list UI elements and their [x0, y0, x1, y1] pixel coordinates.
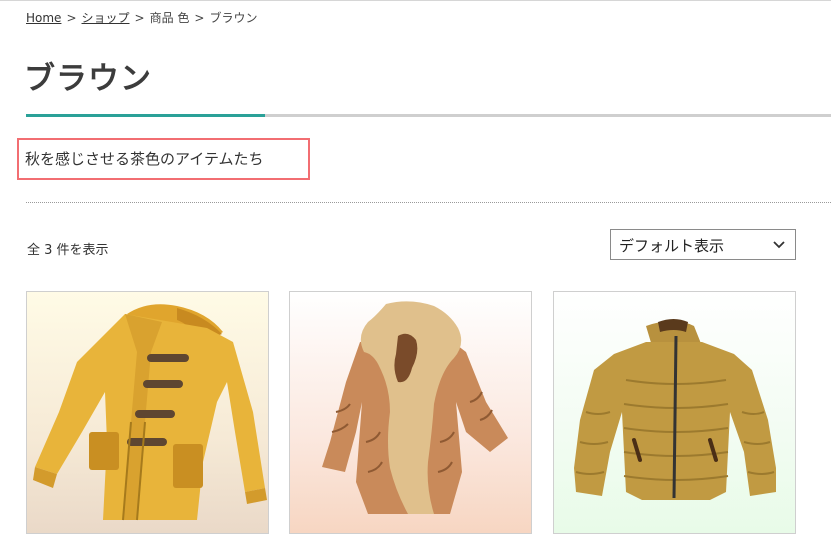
- sort-select[interactable]: デフォルト表示: [610, 229, 796, 260]
- breadcrumb-separator: >: [134, 11, 145, 25]
- breadcrumb-home-link[interactable]: Home: [26, 11, 61, 25]
- breadcrumb: Home > ショップ > 商品 色 > ブラウン: [26, 9, 257, 26]
- product-card[interactable]: [553, 291, 796, 534]
- product-card[interactable]: [26, 291, 269, 534]
- divider: [26, 202, 831, 203]
- breadcrumb-category: 商品 色: [149, 11, 190, 25]
- down-jacket-image: [574, 319, 776, 500]
- duffle-coat-image: [33, 304, 267, 521]
- page-title: ブラウン: [24, 61, 152, 97]
- breadcrumb-shop-link[interactable]: ショップ: [82, 11, 130, 25]
- breadcrumb-separator: >: [66, 11, 77, 25]
- breadcrumb-current: ブラウン: [209, 11, 258, 25]
- sort-selected-value: デフォルト表示: [619, 237, 725, 255]
- category-description: 秋を感じさせる茶色のアイテムたち: [25, 150, 264, 168]
- product-card[interactable]: [289, 291, 532, 534]
- fur-coat-image: [322, 301, 508, 514]
- result-count: 全 3 件を表示: [27, 243, 109, 258]
- title-underline: [26, 114, 831, 117]
- title-underline-accent: [26, 114, 265, 117]
- breadcrumb-separator: >: [194, 11, 205, 25]
- chevron-down-icon: [773, 237, 785, 256]
